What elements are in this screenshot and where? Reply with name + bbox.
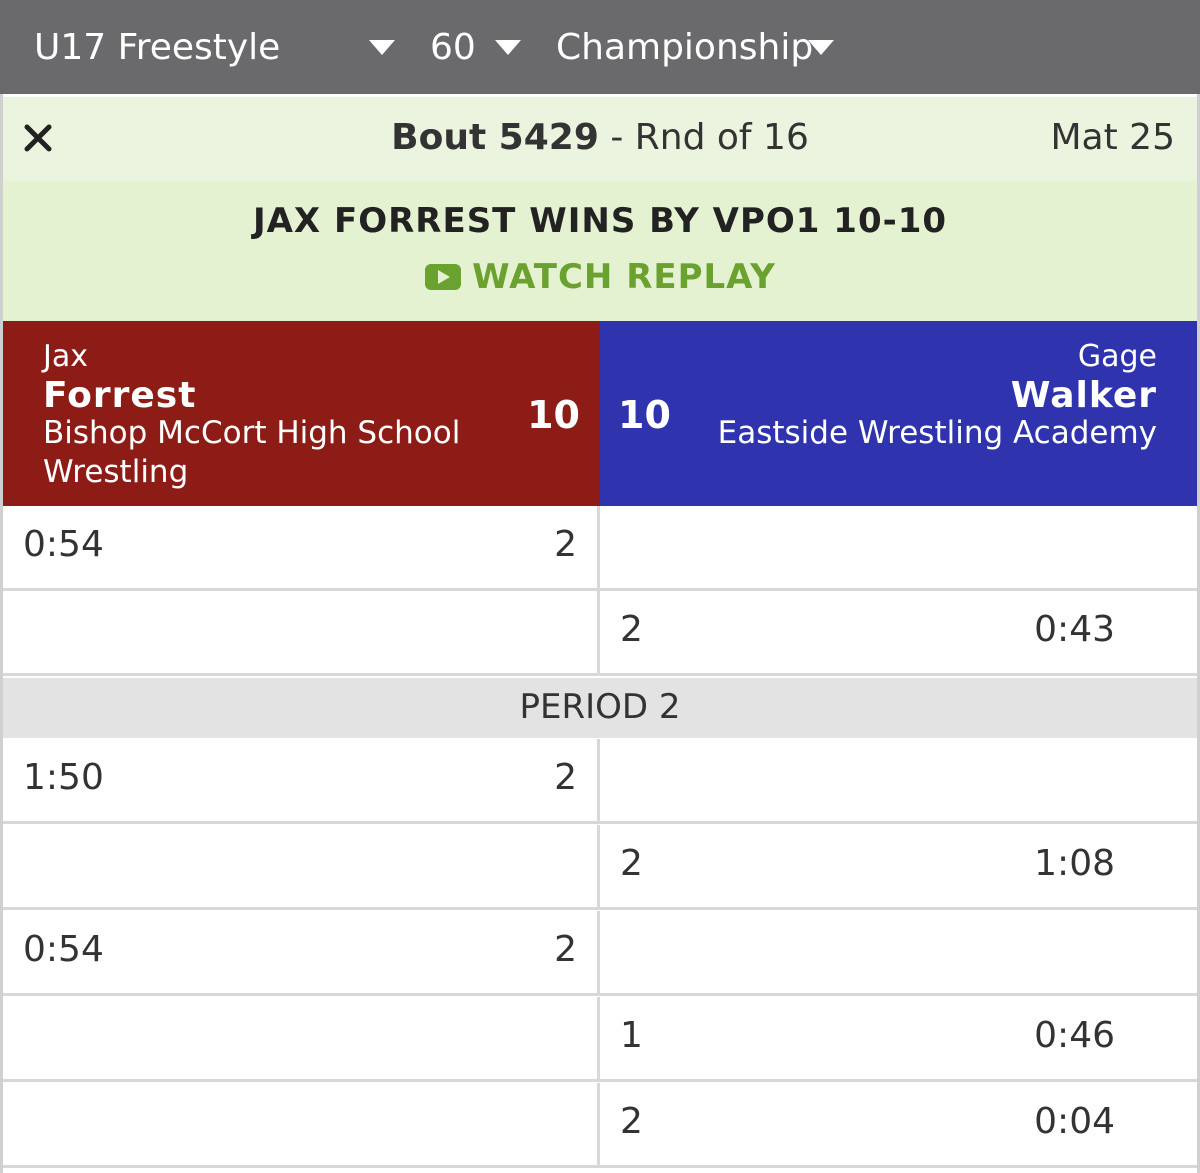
blue-score-cell: 2 0:43 bbox=[600, 591, 1197, 673]
red-points: 2 bbox=[554, 524, 577, 565]
play-icon bbox=[425, 264, 462, 290]
bracket-label: Championship bbox=[556, 26, 814, 68]
blue-points: 2 bbox=[620, 1101, 643, 1142]
bout-round: - Rnd of 16 bbox=[598, 117, 809, 158]
red-time: 0:54 bbox=[23, 524, 104, 565]
blue-time: 0:46 bbox=[1034, 1015, 1115, 1056]
red-score-cell: 0:54 2 bbox=[3, 911, 600, 993]
blue-score-cell bbox=[600, 506, 1197, 588]
scoring-row: 0:54 2 bbox=[3, 506, 1197, 591]
weight-select[interactable]: 60 bbox=[430, 0, 476, 94]
red-wrestler-panel: Jax Forrest Bishop McCort High School Wr… bbox=[3, 321, 600, 506]
bracket-select[interactable]: Championship bbox=[556, 0, 813, 94]
red-team: Bishop McCort High School Wrestling bbox=[43, 415, 461, 490]
blue-score-cell bbox=[600, 911, 1197, 993]
blue-score-cell bbox=[600, 739, 1197, 821]
chevron-down-icon[interactable] bbox=[495, 40, 521, 55]
red-score-cell bbox=[3, 591, 600, 673]
division-select[interactable]: U17 Freestyle bbox=[34, 0, 280, 94]
blue-time: 0:04 bbox=[1034, 1101, 1115, 1142]
red-time: 0:54 bbox=[23, 929, 104, 970]
chevron-down-icon[interactable] bbox=[808, 40, 834, 55]
blue-score-cell: 1 0:46 bbox=[600, 997, 1197, 1079]
red-score-cell bbox=[3, 825, 600, 907]
red-score-cell bbox=[3, 997, 600, 1079]
blue-score: 10 bbox=[618, 393, 671, 437]
weight-label: 60 bbox=[430, 26, 476, 68]
chevron-down-icon[interactable] bbox=[369, 40, 395, 55]
bout-title: Bout 5429 - Rnd of 16 bbox=[3, 117, 1197, 158]
result-banner: JAX FORREST WINS BY VPO1 10-10 WATCH REP… bbox=[3, 181, 1197, 321]
red-score-cell bbox=[3, 1083, 600, 1165]
scoring-row: 1:50 2 bbox=[3, 739, 1197, 824]
scoring-row: 2 0:43 bbox=[3, 591, 1197, 676]
scoring-row: 2 1:08 bbox=[3, 825, 1197, 910]
mat-number: Mat 25 bbox=[1050, 117, 1176, 158]
blue-wrestler-panel: Gage Walker Eastside Wrestling Academy 1… bbox=[600, 321, 1197, 506]
red-points: 2 bbox=[554, 757, 577, 798]
red-score-cell: 0:54 2 bbox=[3, 506, 600, 588]
red-score: 10 bbox=[527, 393, 580, 437]
scoring-row: 1 0:46 bbox=[3, 997, 1197, 1082]
bout-header: Bout 5429 - Rnd of 16 Mat 25 bbox=[3, 97, 1197, 181]
blue-score-cell: 2 1:08 bbox=[600, 825, 1197, 907]
scoring-row: 2 0:04 bbox=[3, 1083, 1197, 1168]
period-divider: PERIOD 2 bbox=[3, 678, 1197, 738]
blue-points: 1 bbox=[620, 1015, 643, 1056]
blue-score-cell: 2 0:04 bbox=[600, 1083, 1197, 1165]
blue-time: 0:43 bbox=[1034, 609, 1115, 650]
division-label: U17 Freestyle bbox=[34, 26, 281, 68]
filter-bar: U17 Freestyle 60 Championship bbox=[0, 0, 1200, 94]
red-time: 1:50 bbox=[23, 757, 104, 798]
blue-team: Eastside Wrestling Academy bbox=[717, 415, 1157, 451]
red-first-name: Jax bbox=[43, 339, 88, 374]
blue-points: 2 bbox=[620, 843, 643, 884]
blue-last-name: Walker bbox=[1010, 375, 1157, 416]
scoring-row: 0:54 2 bbox=[3, 911, 1197, 996]
blue-time: 1:08 bbox=[1034, 843, 1115, 884]
watch-replay-label: WATCH REPLAY bbox=[472, 257, 776, 297]
result-text: JAX FORREST WINS BY VPO1 10-10 bbox=[252, 201, 948, 241]
red-score-cell: 1:50 2 bbox=[3, 739, 600, 821]
red-points: 2 bbox=[554, 929, 577, 970]
blue-first-name: Gage bbox=[1077, 339, 1157, 374]
blue-points: 2 bbox=[620, 609, 643, 650]
red-last-name: Forrest bbox=[43, 375, 197, 416]
bout-number: Bout 5429 bbox=[391, 117, 599, 158]
watch-replay-link[interactable]: WATCH REPLAY bbox=[3, 257, 1197, 297]
